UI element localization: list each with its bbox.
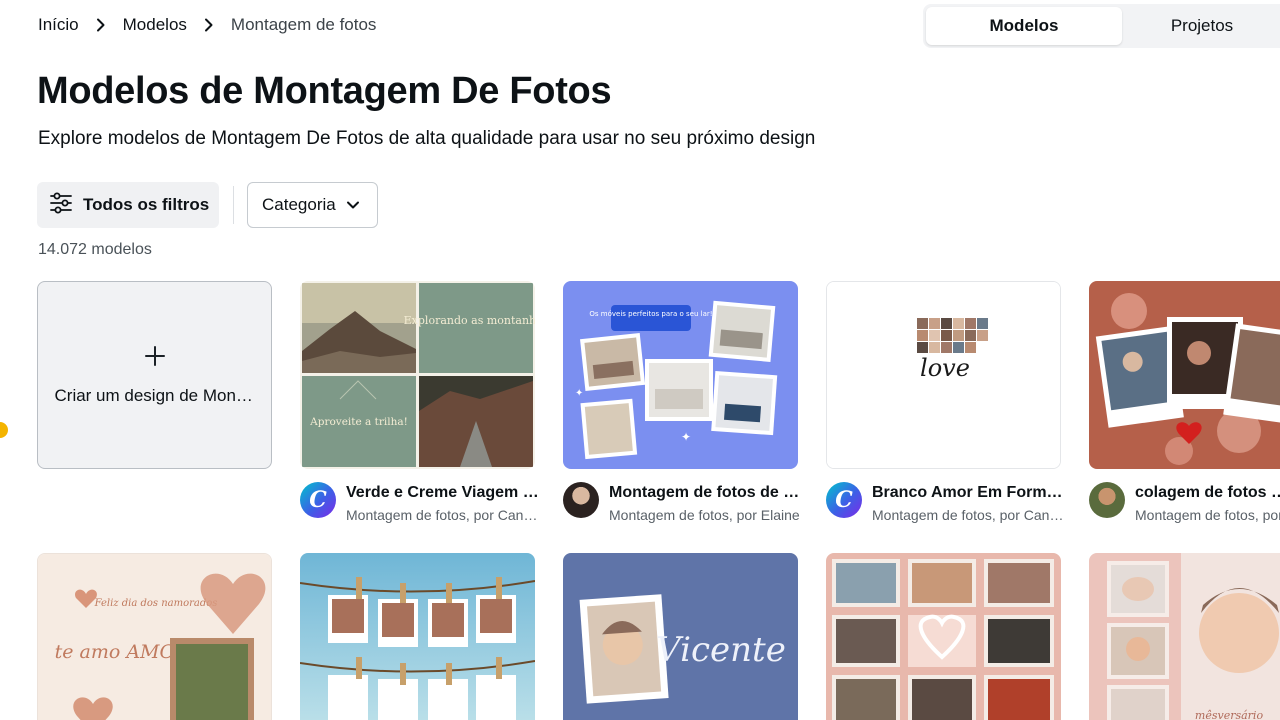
template-preview-image: Os móveis perfeitos para o seu lar! ✦ ✦ (563, 281, 798, 469)
template-preview-image (826, 553, 1061, 720)
template-meta: colagem de fotos casal Montagem de fotos… (1089, 482, 1280, 526)
category-label: Categoria (262, 195, 336, 214)
canva-logo-icon[interactable]: C (826, 482, 862, 518)
template-thumbnail[interactable]: Feliz dia dos namorados te amo AMOR (37, 553, 272, 720)
template-preview-image (300, 553, 535, 720)
template-subtitle[interactable]: Montagem de fotos, por Canva Creative St… (872, 504, 1066, 526)
canva-logo-icon[interactable]: C (300, 482, 336, 518)
template-thumbnail[interactable]: Os móveis perfeitos para o seu lar! ✦ ✦ (563, 281, 798, 469)
collage-tile (929, 342, 940, 353)
template-meta: C Branco Amor Em Formato de Coração Mont… (826, 482, 1066, 526)
collage-tile (917, 330, 928, 341)
collage-tile (941, 342, 952, 353)
svg-text:✦: ✦ (575, 388, 583, 399)
breadcrumb-models[interactable]: Modelos (123, 15, 187, 35)
collage-tile (965, 330, 976, 341)
notification-badge[interactable] (0, 422, 8, 438)
results-count: 14.072 modelos (38, 241, 152, 258)
collage-tile (953, 330, 964, 341)
template-title[interactable]: colagem de fotos casal (1135, 482, 1280, 504)
template-preview-image: mêsversário (1089, 553, 1280, 720)
template-thumbnail[interactable] (1089, 281, 1280, 469)
all-filters-button[interactable]: Todos os filtros (37, 182, 219, 228)
template-inner-text: love (920, 354, 970, 382)
collage-tile (965, 342, 976, 353)
plus-icon (144, 344, 166, 372)
breadcrumb-home[interactable]: Início (38, 15, 79, 35)
tab-projects[interactable]: Projetos (1122, 7, 1280, 45)
collage-tile (917, 318, 928, 329)
author-avatar[interactable] (563, 482, 599, 518)
create-design-label: Criar um design de Montagem de fotos (54, 386, 255, 405)
template-thumbnail[interactable] (300, 553, 535, 720)
page-title: Modelos de Montagem De Fotos (37, 70, 612, 112)
template-preview-image: Feliz dia dos namorados te amo AMOR (38, 554, 271, 720)
template-meta: C Verde e Creme Viagem Montagem de fotos… (300, 482, 540, 526)
template-preview-image: love (827, 282, 1060, 468)
collage-tile (965, 318, 976, 329)
collage-tile (953, 342, 964, 353)
template-thumbnail[interactable] (826, 553, 1061, 720)
collage-tile (929, 330, 940, 341)
breadcrumb-current: Montagem de fotos (230, 15, 377, 34)
sliders-icon (49, 192, 73, 219)
template-preview-image: Vicente (563, 553, 798, 720)
author-avatar[interactable] (1089, 482, 1125, 518)
template-subtitle[interactable]: Montagem de fotos, por (1135, 504, 1280, 526)
template-meta: Montagem de fotos de móveis Montagem de … (563, 482, 803, 526)
template-subtitle[interactable]: Montagem de fotos, por Canva Creative St… (346, 504, 540, 526)
template-inner-text: Explorando as montanhas (404, 314, 535, 327)
all-filters-label: Todos os filtros (83, 195, 210, 214)
view-switcher: Modelos Projetos (923, 4, 1280, 48)
template-thumbnail[interactable]: Vicente (563, 553, 798, 720)
template-inner-text: te amo AMOR (55, 641, 190, 663)
template-preview-image (1089, 281, 1280, 469)
collage-tile (917, 342, 928, 353)
collage-tile (977, 318, 988, 329)
template-inner-text: Os móveis perfeitos para o seu lar! (589, 310, 712, 318)
template-thumbnail[interactable]: Explorando as montanhas Aproveite a tril… (300, 281, 535, 469)
template-preview-image: Explorando as montanhas Aproveite a tril… (300, 281, 535, 469)
template-inner-text: Aproveite a trilha! (309, 416, 408, 428)
chevron-right-icon (89, 18, 113, 32)
category-dropdown[interactable]: Categoria (247, 182, 378, 228)
collage-tile (929, 318, 940, 329)
collage-tile (941, 318, 952, 329)
filter-divider (233, 186, 234, 224)
template-inner-text: mêsversário (1195, 709, 1264, 720)
template-title[interactable]: Montagem de fotos de móveis (609, 482, 803, 504)
template-inner-text: Vicente (656, 630, 786, 670)
page-subtitle: Explore modelos de Montagem De Fotos de … (38, 128, 816, 149)
svg-text:✦: ✦ (681, 430, 691, 444)
chevron-down-icon (346, 195, 360, 215)
template-title[interactable]: Verde e Creme Viagem Montagem de fotos (346, 482, 540, 504)
template-inner-text: Feliz dia dos namorados (94, 598, 218, 609)
chevron-right-icon (197, 18, 221, 32)
collage-tile (953, 318, 964, 329)
template-thumbnail[interactable]: mêsversário (1089, 553, 1280, 720)
breadcrumb: Início Modelos Montagem de fotos (38, 15, 376, 35)
create-design-card[interactable]: Criar um design de Montagem de fotos (37, 281, 272, 469)
template-thumbnail[interactable]: love (826, 281, 1061, 469)
template-subtitle[interactable]: Montagem de fotos, por Elaine (609, 504, 803, 526)
tab-models[interactable]: Modelos (926, 7, 1122, 45)
collage-tile (941, 330, 952, 341)
collage-tile (977, 330, 988, 341)
template-title[interactable]: Branco Amor Em Formato de Coração (872, 482, 1066, 504)
